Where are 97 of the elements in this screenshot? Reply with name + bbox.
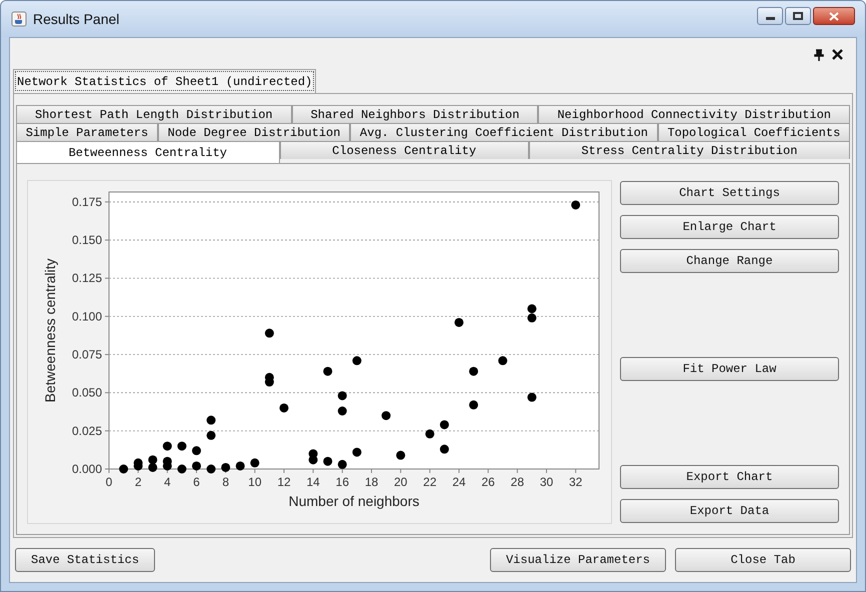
data-point <box>323 456 332 466</box>
data-point <box>264 378 274 386</box>
y-tick-label: 0.050 <box>72 386 102 400</box>
data-point <box>571 200 580 210</box>
tab[interactable]: Avg. Clustering Coefficient Distribution <box>350 123 658 141</box>
pin-icon[interactable] <box>814 48 824 60</box>
data-point <box>148 455 158 464</box>
data-point <box>250 458 260 468</box>
data-point <box>396 450 406 460</box>
data-point <box>177 442 186 451</box>
data-point <box>382 411 391 420</box>
maximize-icon <box>793 12 803 20</box>
data-point <box>192 446 201 456</box>
data-point <box>469 366 478 376</box>
action-button[interactable]: Save Statistics <box>15 548 156 572</box>
data-point <box>352 448 362 457</box>
tab[interactable]: Node Degree Distribution <box>158 123 350 141</box>
tab[interactable]: Shared Neighbors Distribution <box>292 105 538 123</box>
minimize-icon <box>766 17 774 20</box>
y-tick-label: 0.150 <box>72 233 102 248</box>
close-icon[interactable] <box>832 49 843 60</box>
x-tick-label: 2 <box>134 475 142 489</box>
action-button[interactable]: Visualize Parameters <box>490 548 666 572</box>
x-tick-label: 8 <box>222 475 229 489</box>
data-point <box>323 366 332 376</box>
maximize-button[interactable] <box>785 7 811 25</box>
x-tick-label: 30 <box>540 475 554 489</box>
action-button[interactable]: Chart Settings <box>620 181 839 205</box>
y-tick-label: 0.075 <box>72 348 102 362</box>
data-point <box>162 461 172 470</box>
data-point <box>192 461 201 470</box>
data-point <box>206 430 216 440</box>
x-tick-label: 10 <box>248 475 262 489</box>
x-tick-label: 20 <box>394 475 408 489</box>
x-tick-label: 14 <box>306 475 320 489</box>
data-point <box>498 356 508 366</box>
action-button[interactable]: Fit Power Law <box>620 357 839 381</box>
data-point <box>264 328 274 338</box>
x-tick-label: 16 <box>336 475 350 489</box>
data-point <box>119 464 128 474</box>
y-tick-label: 0.125 <box>72 271 102 286</box>
data-point <box>527 392 536 402</box>
tab[interactable]: Network Statistics of Sheet1 (undirected) <box>13 69 316 93</box>
data-point <box>134 458 143 468</box>
tab[interactable]: Closeness Centrality <box>280 141 529 159</box>
x-tick-label: 32 <box>568 475 582 489</box>
data-point <box>469 400 478 410</box>
data-point <box>440 420 449 430</box>
data-point <box>338 460 347 469</box>
cup-icon <box>11 11 27 27</box>
data-point <box>352 356 362 366</box>
action-button[interactable]: Enlarge Chart <box>620 215 839 239</box>
x-tick-label: 22 <box>423 475 437 489</box>
close-button[interactable] <box>813 7 855 25</box>
x-tick-label: 0 <box>106 475 112 489</box>
data-point <box>338 391 347 400</box>
tab[interactable]: Simple Parameters <box>16 123 158 141</box>
action-button[interactable]: Close Tab <box>675 548 851 572</box>
data-point <box>308 455 318 464</box>
window-title: Results Panel <box>33 10 120 28</box>
action-button[interactable]: Change Range <box>620 249 839 273</box>
tab[interactable]: Stress Centrality Distribution <box>528 141 850 159</box>
data-point <box>440 444 449 454</box>
data-point <box>148 462 158 472</box>
data-point <box>162 442 172 451</box>
data-point <box>280 403 288 412</box>
data-point <box>425 429 434 438</box>
data-point <box>338 406 347 416</box>
tab[interactable]: Shortest Path Length Distribution <box>16 105 292 123</box>
data-point <box>206 464 216 474</box>
y-tick-label: 0.100 <box>72 309 102 324</box>
data-point <box>527 313 536 322</box>
x-tick-label: 4 <box>164 475 171 489</box>
data-point <box>206 416 216 425</box>
close-icon <box>829 12 839 20</box>
x-tick-label: 26 <box>481 475 495 489</box>
y-tick-label: 0.175 <box>72 194 102 209</box>
y-axis-title: Betweenness centrality <box>42 258 58 402</box>
x-axis-title: Number of neighbors <box>288 493 420 509</box>
data-point <box>236 461 245 470</box>
x-tick-label: 28 <box>510 475 524 489</box>
data-point <box>454 318 464 327</box>
data-point <box>177 464 186 474</box>
y-tick-label: 0.025 <box>72 424 102 438</box>
tab[interactable]: Topological Coefficients <box>658 123 850 141</box>
x-tick-label: 18 <box>364 475 378 489</box>
data-point <box>221 462 230 472</box>
action-button[interactable]: Export Data <box>620 499 839 523</box>
x-tick-label: 24 <box>452 475 466 489</box>
x-tick-label: 12 <box>277 475 291 489</box>
y-tick-label: 0.000 <box>72 462 102 476</box>
action-button[interactable]: Export Chart <box>620 465 839 489</box>
x-tick-label: 6 <box>193 475 200 489</box>
minimize-button[interactable] <box>757 7 783 25</box>
tab[interactable]: Betweenness Centrality <box>16 141 280 163</box>
tab[interactable]: Neighborhood Connectivity Distribution <box>538 105 850 123</box>
data-point <box>527 304 536 314</box>
